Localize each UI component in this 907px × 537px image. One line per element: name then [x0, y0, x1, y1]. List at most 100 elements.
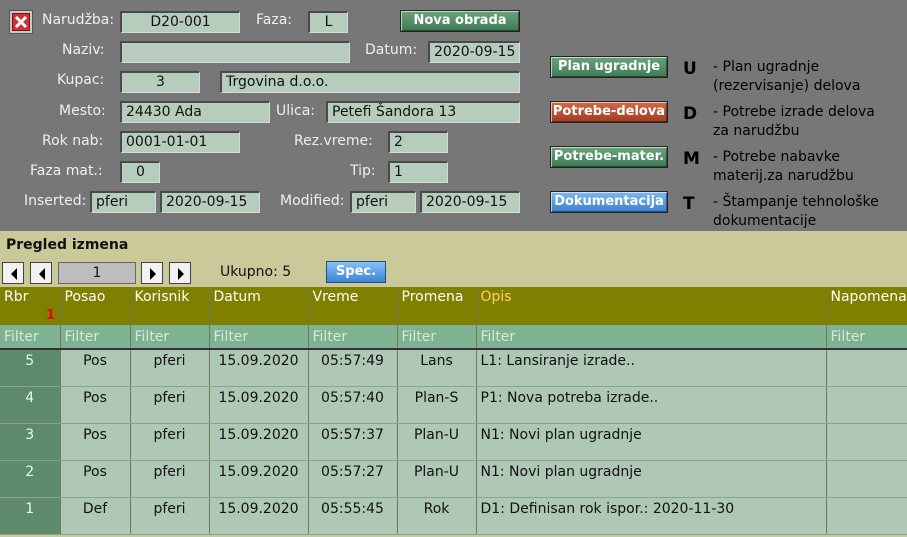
- filter-row: Filter Filter Filter Filter Filter Filte…: [0, 325, 907, 350]
- rok-field[interactable]: 0001-01-01: [120, 131, 240, 153]
- spec-button[interactable]: Spec.: [326, 261, 386, 283]
- plan-ugradnje-button[interactable]: Plan ugradnje: [550, 56, 668, 78]
- cell-rbr: 3: [0, 423, 61, 461]
- inserted-label: Inserted:: [24, 193, 87, 209]
- cell-napomena: [826, 386, 907, 424]
- changes-panel: Pregled izmena 1 Ukupno: 5 Spec. Rbr 1 Po…: [0, 231, 907, 537]
- inserted-user-field[interactable]: pferi: [90, 191, 156, 213]
- potrebe-mater-button[interactable]: Potrebe-mater.: [550, 146, 668, 168]
- kupac-id-field[interactable]: 3: [120, 71, 200, 93]
- cell-korisnik: pferi: [130, 386, 210, 424]
- prev-page-button[interactable]: [30, 262, 52, 284]
- potrebe-delova-desc: - Potrebe izrade delova za narudžbu: [713, 103, 875, 141]
- cell-posao: Pos: [60, 460, 131, 498]
- plan-ugradnje-desc-line1: - Plan ugradnje: [713, 59, 820, 75]
- cell-rbr: 4: [0, 386, 61, 424]
- cell-opis: L1: Lansiranje izrade..: [476, 349, 827, 387]
- column-header-vreme[interactable]: Vreme: [308, 287, 398, 325]
- column-header-korisnik[interactable]: Korisnik: [130, 287, 210, 325]
- column-header-promena[interactable]: Promena: [397, 287, 477, 325]
- rez-vreme-field[interactable]: 2: [388, 131, 448, 153]
- datum-field[interactable]: 2020-09-15: [428, 41, 520, 63]
- rok-label: Rok nab:: [42, 133, 104, 149]
- column-header-datum[interactable]: Datum: [209, 287, 309, 325]
- cell-datum: 15.09.2020: [209, 423, 309, 461]
- tip-field[interactable]: 1: [388, 161, 448, 183]
- plan-ugradnje-desc-line2: (rezervisanje) delova: [713, 78, 861, 94]
- cell-vreme: 05:57:40: [308, 386, 398, 424]
- close-icon: [12, 13, 30, 31]
- nova-obrada-button[interactable]: Nova obrada: [400, 10, 520, 32]
- column-header-opis[interactable]: Opis: [476, 287, 827, 325]
- filter-promena[interactable]: Filter: [397, 325, 477, 350]
- column-header-napomena[interactable]: Napomena: [826, 287, 907, 325]
- close-button[interactable]: [9, 10, 33, 34]
- filter-rbr[interactable]: Filter: [0, 325, 61, 350]
- faza-mat-field[interactable]: 0: [120, 161, 160, 183]
- naziv-field[interactable]: [120, 41, 350, 63]
- cell-vreme: 05:55:45: [308, 497, 398, 535]
- potrebe-mater-desc-line2: materij.za narudžbu: [713, 168, 854, 184]
- sort-indicator: 1: [46, 308, 56, 323]
- filter-datum[interactable]: Filter: [209, 325, 309, 350]
- table-row[interactable]: 4 Pos pferi 15.09.2020 05:57:40 Plan-S P1: Nov…: [0, 386, 907, 424]
- potrebe-delova-letter: D: [683, 104, 698, 124]
- cell-datum: 15.09.2020: [209, 497, 309, 535]
- cell-posao: Def: [60, 497, 131, 535]
- total-count: Ukupno: 5: [220, 264, 292, 280]
- modified-date-field[interactable]: 2020-09-15: [420, 191, 520, 213]
- arrow-left-icon: [11, 268, 17, 280]
- column-header-posao[interactable]: Posao: [60, 287, 131, 325]
- dokumentacija-button[interactable]: Dokumentacija: [550, 191, 668, 213]
- column-header-rbr[interactable]: Rbr 1: [0, 287, 61, 325]
- cell-promena: Lans: [397, 349, 477, 387]
- faza-label: Faza:: [256, 12, 292, 28]
- order-header-panel: Narudžba: D20-001 Faza: L Nova obrada Na…: [0, 0, 907, 231]
- ulica-field[interactable]: Petefi Šandora 13: [326, 101, 520, 123]
- cell-promena: Rok: [397, 497, 477, 535]
- last-page-button[interactable]: [169, 262, 191, 284]
- modified-user-field[interactable]: pferi: [350, 191, 416, 213]
- cell-vreme: 05:57:37: [308, 423, 398, 461]
- cell-promena: Plan-S: [397, 386, 477, 424]
- next-page-button[interactable]: [141, 262, 163, 284]
- potrebe-delova-button[interactable]: Potrebe-delova: [550, 101, 668, 123]
- column-header-label: Rbr: [4, 289, 29, 305]
- filter-posao[interactable]: Filter: [60, 325, 131, 350]
- dokumentacija-desc-line2: dokumentacije: [713, 213, 817, 229]
- cell-napomena: [826, 460, 907, 498]
- table-row[interactable]: 5 Pos pferi 15.09.2020 05:57:49 Lans L1: Lansi…: [0, 349, 907, 387]
- changes-table: Rbr 1 Posao Korisnik Datum Vreme Promena …: [0, 287, 907, 535]
- tip-label: Tip:: [350, 163, 376, 179]
- page-number-field[interactable]: 1: [58, 262, 136, 284]
- cell-napomena: [826, 349, 907, 387]
- filter-vreme[interactable]: Filter: [308, 325, 398, 350]
- inserted-date-field[interactable]: 2020-09-15: [160, 191, 260, 213]
- table-row[interactable]: 1 Def pferi 15.09.2020 05:55:45 Rok D1: Defini…: [0, 497, 907, 535]
- first-page-button[interactable]: [2, 262, 24, 284]
- naziv-label: Naziv:: [62, 42, 105, 58]
- dokumentacija-desc-line1: - Štampanje tehnološke: [713, 194, 879, 210]
- filter-napomena[interactable]: Filter: [826, 325, 907, 350]
- filter-opis[interactable]: Filter: [476, 325, 827, 350]
- cell-rbr: 1: [0, 497, 61, 535]
- cell-rbr: 5: [0, 349, 61, 387]
- cell-posao: Pos: [60, 386, 131, 424]
- dokumentacija-letter: T: [683, 194, 695, 214]
- potrebe-delova-desc-line1: - Potrebe izrade delova: [713, 104, 875, 120]
- arrow-right-icon: [178, 268, 184, 280]
- table-row[interactable]: 2 Pos pferi 15.09.2020 05:57:27 Plan-U N1: Nov…: [0, 460, 907, 498]
- cell-korisnik: pferi: [130, 349, 210, 387]
- kupac-name-field[interactable]: Trgovina d.o.o.: [220, 71, 520, 93]
- table-row[interactable]: 3 Pos pferi 15.09.2020 05:57:37 Plan-U N1: Nov…: [0, 423, 907, 461]
- datum-label: Datum:: [365, 42, 418, 58]
- filter-korisnik[interactable]: Filter: [130, 325, 210, 350]
- cell-datum: 15.09.2020: [209, 349, 309, 387]
- potrebe-delova-desc-line2: za narudžbu: [713, 123, 800, 139]
- faza-field[interactable]: L: [308, 11, 348, 33]
- narudzba-field[interactable]: D20-001: [120, 11, 240, 33]
- cell-opis: P1: Nova potreba izrade..: [476, 386, 827, 424]
- mesto-field[interactable]: 24430 Ada: [120, 101, 270, 123]
- header-row: Rbr 1 Posao Korisnik Datum Vreme Promena …: [0, 287, 907, 325]
- plan-ugradnje-letter: U: [683, 59, 697, 79]
